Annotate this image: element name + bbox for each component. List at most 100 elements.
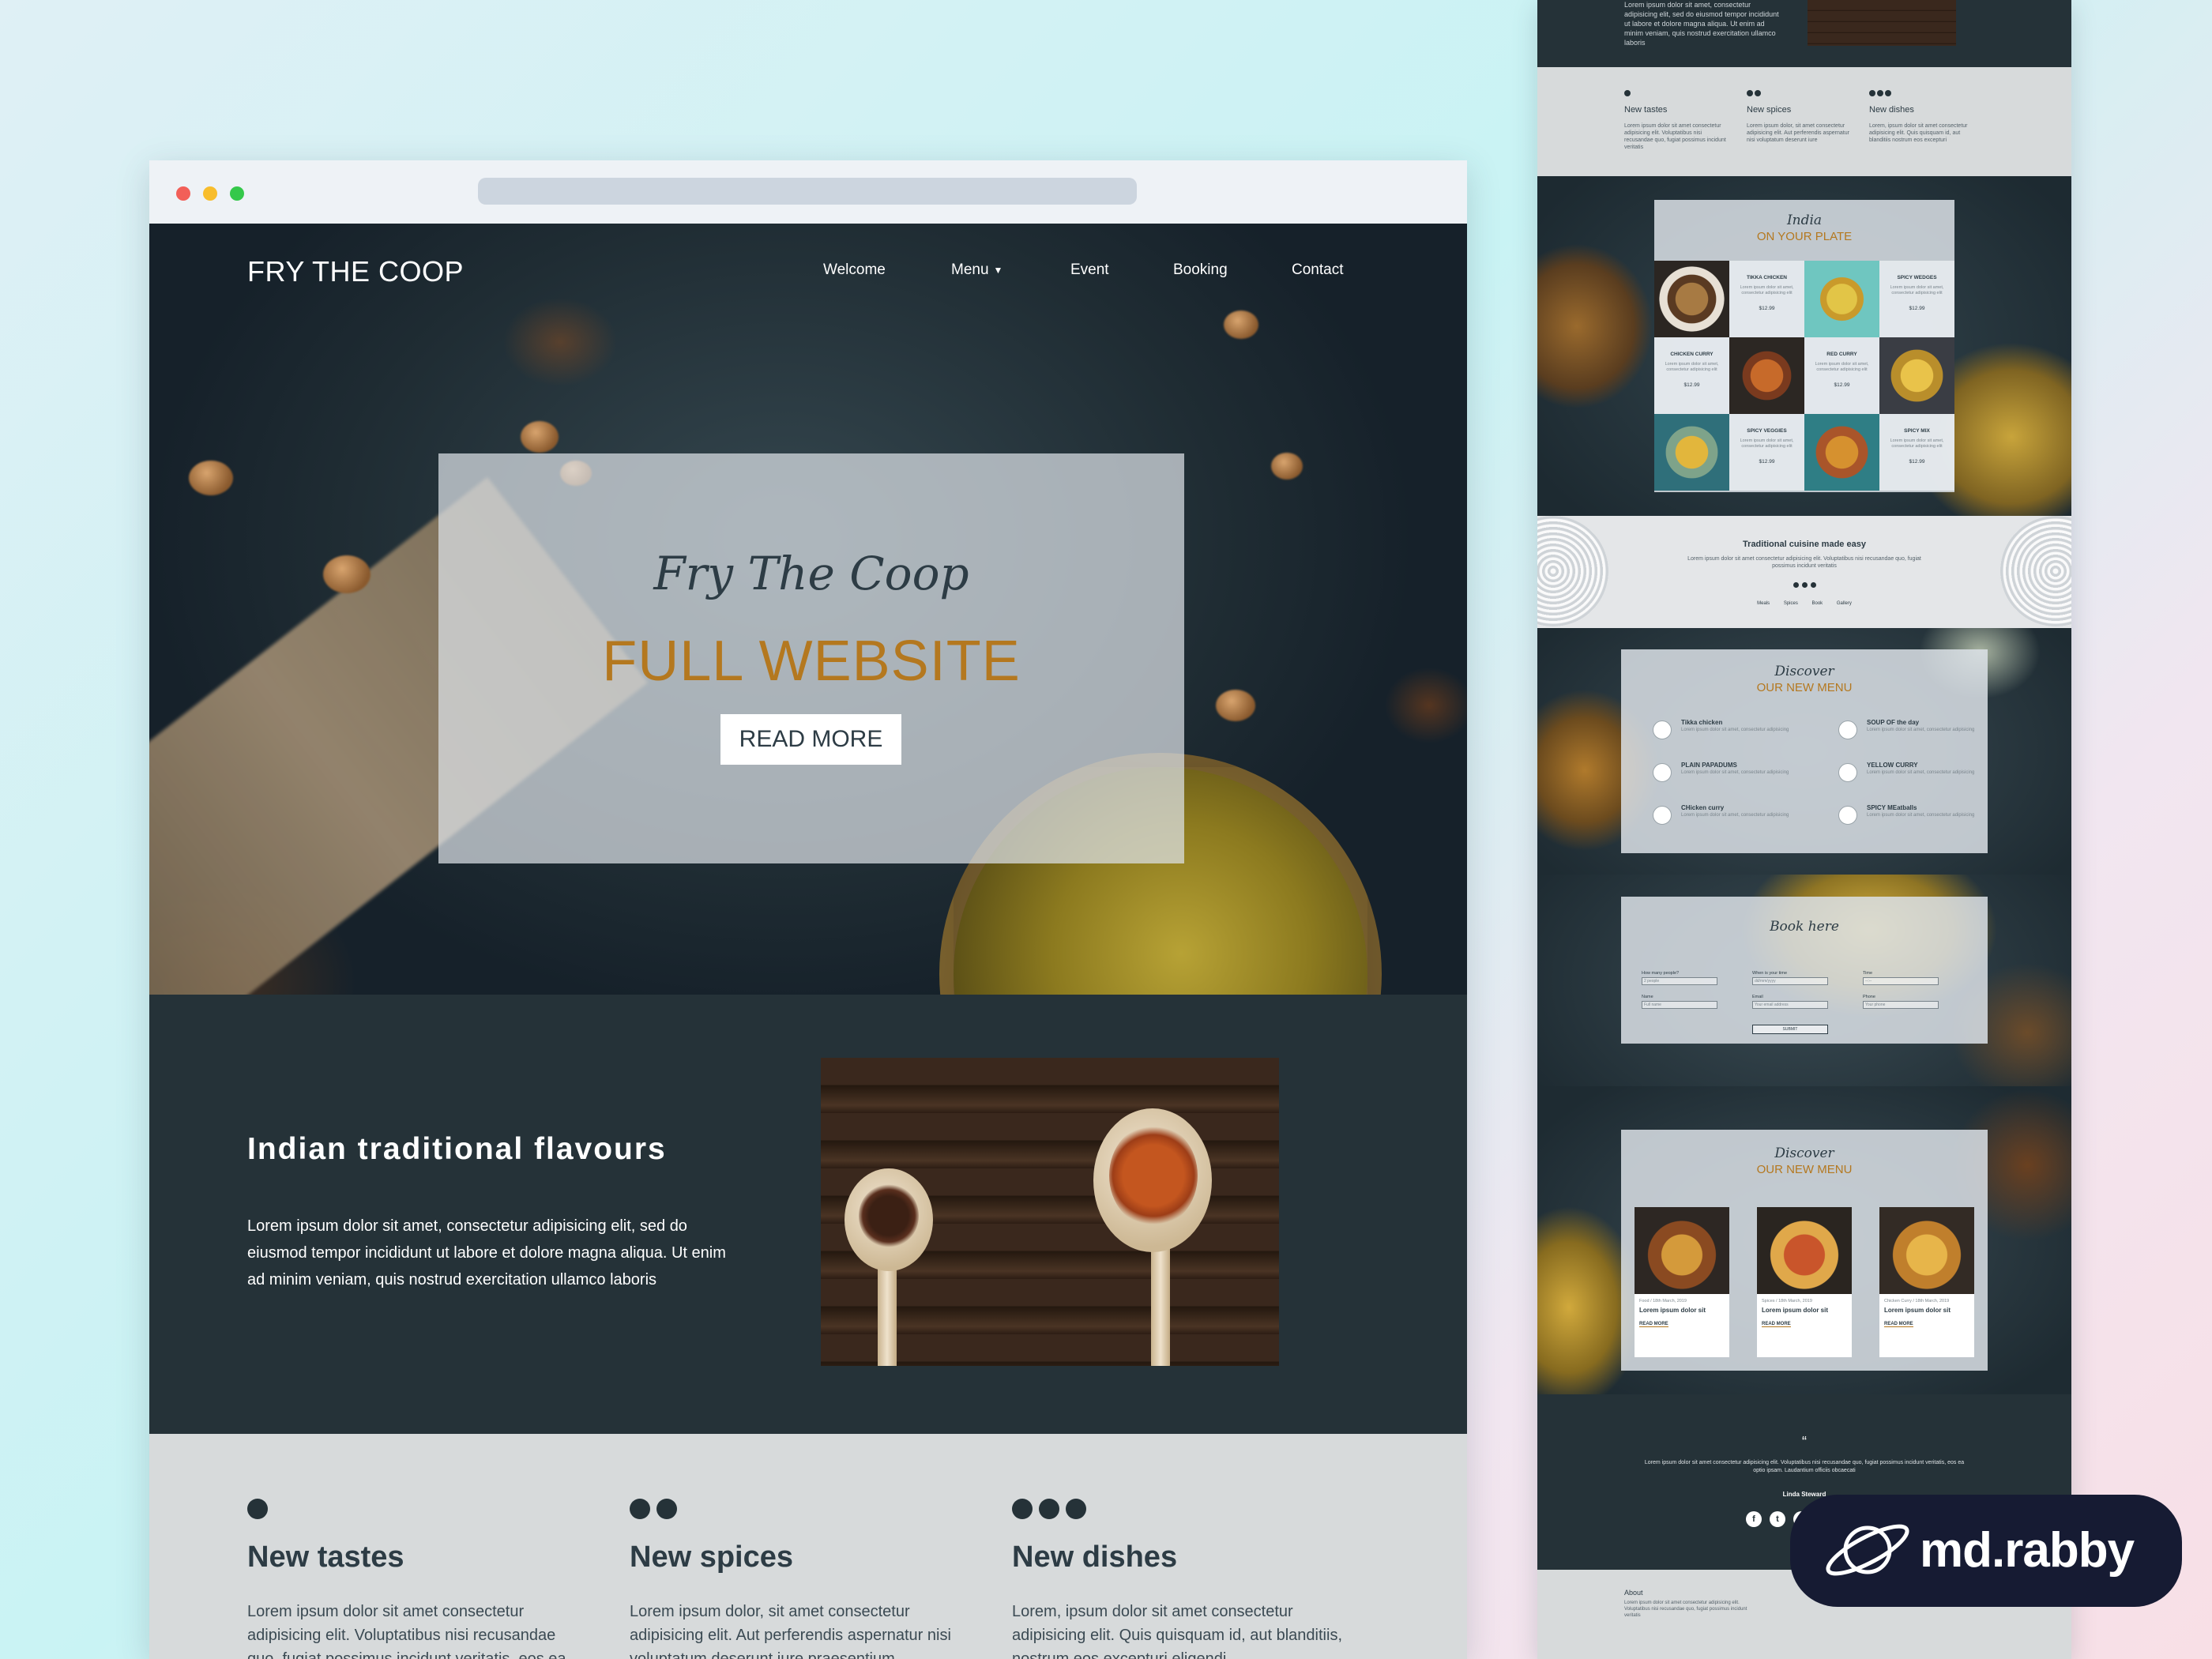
card-read-more[interactable]: READ MORE [1884, 1322, 1913, 1327]
menu-cell[interactable]: TIKKA CHICKEN Lorem ipsum dolor sit amet… [1729, 261, 1804, 337]
hero-nut [1224, 310, 1258, 339]
cloves-spice [859, 1184, 919, 1247]
menu-item-desc: Lorem ipsum dolor sit amet, consectetur … [1681, 770, 1789, 775]
name-input[interactable]: Full name [1642, 1001, 1717, 1009]
dot-icon [1755, 90, 1761, 96]
card-photo [1635, 1207, 1729, 1294]
card-read-more[interactable]: READ MORE [1762, 1322, 1791, 1327]
menu-item-name: SOUP OF the day [1867, 719, 1920, 726]
card-title: Lorem ipsum dolor sit [1762, 1307, 1829, 1314]
nav-event[interactable]: Event [1070, 261, 1109, 279]
card-meta: Spices / 18th March, 2019 [1762, 1299, 1812, 1304]
submit-button[interactable]: SUBMIT [1752, 1025, 1828, 1034]
menu-item-name: YELLOW CURRY [1867, 762, 1918, 769]
feature-title: Indian traditional flavours [247, 1132, 667, 1166]
dot-icon [1747, 90, 1753, 96]
field-label: When is your time [1752, 971, 1788, 976]
email-input[interactable]: Your email address [1752, 1001, 1828, 1009]
phone-input[interactable]: Your phone [1863, 1001, 1939, 1009]
dot-icon [1801, 582, 1808, 588]
field-label: Email [1752, 995, 1763, 999]
facebook-icon[interactable]: f [1746, 1511, 1762, 1527]
preview-discover-panel: Discover OUR NEW MENU Tikka chicken Lore… [1621, 649, 1988, 853]
menu-cell-desc: Lorem ipsum dolor sit amet, consectetur … [1740, 438, 1794, 449]
date-input[interactable]: dd/mm/yyyy [1752, 977, 1828, 985]
twitter-icon[interactable]: t [1770, 1511, 1785, 1527]
menu-item-desc: Lorem ipsum dolor sit amet, consectetur … [1867, 813, 1975, 818]
blog-card[interactable]: Chicken Curry / 18th March, 2019 Lorem i… [1879, 1207, 1974, 1357]
dish-icon [1653, 806, 1672, 825]
preview-taste-title: New dishes [1869, 105, 1914, 115]
dot-icon [1012, 1499, 1033, 1519]
booking-panel: Book here [1621, 897, 1988, 1044]
menu-cell-name: RED CURRY [1826, 352, 1857, 357]
dot-icon [1066, 1499, 1086, 1519]
dot-icon [630, 1499, 650, 1519]
cuisine-title: Traditional cuisine made easy [1743, 540, 1866, 549]
discover-menu-item[interactable]: SPICY MEatballs Lorem ipsum dolor sit am… [1838, 804, 1988, 830]
full-page-preview: Lorem ipsum dolor sit amet, consectetur … [1537, 0, 2071, 1659]
read-more-button[interactable]: READ MORE [720, 714, 901, 765]
bullet-dots [1747, 86, 1849, 100]
card-meta: Food / 18th March, 2019 [1639, 1299, 1687, 1304]
field-label: Time [1863, 971, 1873, 976]
quote-text: Lorem ipsum dolor sit amet consectetur a… [1644, 1460, 1965, 1473]
card-photo [1757, 1207, 1852, 1294]
food-photo [1654, 414, 1729, 491]
preview-taste-col: New tastes Lorem ipsum dolor sit amet co… [1624, 86, 1727, 151]
discover-menu-item[interactable]: CHicken curry Lorem ipsum dolor sit amet… [1653, 804, 1803, 830]
blog-card[interactable]: Food / 18th March, 2019 Lorem ipsum dolo… [1635, 1207, 1729, 1357]
preview-india-script: India [1786, 213, 1823, 228]
nav-contact[interactable]: Contact [1292, 261, 1343, 279]
blog-card[interactable]: Spices / 18th March, 2019 Lorem ipsum do… [1757, 1207, 1852, 1357]
preview-taste-body: Lorem, ipsum dolor sit amet consectetur … [1869, 123, 1968, 143]
dish-icon [1653, 720, 1672, 739]
menu-item-name: CHicken curry [1681, 804, 1725, 811]
preview-tastes: New tastes Lorem ipsum dolor sit amet co… [1537, 67, 2071, 176]
discover-menu-item[interactable]: SOUP OF the day Lorem ipsum dolor sit am… [1838, 719, 1988, 744]
nav-menu[interactable]: Menu ▼ [951, 261, 1003, 279]
address-bar[interactable] [478, 178, 1137, 205]
bullet-dots [247, 1499, 274, 1521]
dot-icon [656, 1499, 677, 1519]
maximize-window-dot[interactable] [230, 186, 244, 201]
cuisine-link[interactable]: Book [1812, 601, 1823, 606]
card-read-more[interactable]: READ MORE [1639, 1322, 1668, 1327]
menu-cell-desc: Lorem ipsum dolor sit amet, consectetur … [1890, 285, 1944, 295]
menu-cell-name: SPICY WEDGES [1897, 275, 1937, 280]
close-window-dot[interactable] [176, 186, 190, 201]
hero-nut [189, 461, 233, 495]
cuisine-link[interactable]: Gallery [1837, 601, 1852, 606]
card-title: Lorem ipsum dolor sit [1884, 1307, 1951, 1314]
preview-discover-menu: Discover OUR NEW MENU Tikka chicken Lore… [1537, 628, 2071, 875]
menu-cell[interactable]: SPICY VEGGIES Lorem ipsum dolor sit amet… [1729, 414, 1804, 491]
menu-cell[interactable]: CHICKEN CURRY Lorem ipsum dolor sit amet… [1654, 337, 1729, 414]
cuisine-link[interactable]: Meals [1757, 601, 1770, 606]
nav-welcome[interactable]: Welcome [823, 261, 886, 279]
food-photo [1654, 261, 1729, 337]
minimize-window-dot[interactable] [203, 186, 217, 201]
preview-taste-col: New dishes Lorem, ipsum dolor sit amet c… [1869, 86, 1972, 144]
food-photo [1804, 261, 1879, 337]
bullet-dots [630, 1499, 683, 1521]
taste-title: New tastes [247, 1540, 404, 1574]
time-input[interactable]: --:-- [1863, 977, 1939, 985]
taste-body: Lorem, ipsum dolor sit amet consectetur … [1012, 1603, 1342, 1659]
menu-cell[interactable]: SPICY WEDGES Lorem ipsum dolor sit amet,… [1879, 261, 1954, 337]
menu-cell-desc: Lorem ipsum dolor sit amet, consectetur … [1665, 362, 1719, 372]
hero-nut [323, 555, 371, 593]
discover-menu-item[interactable]: Tikka chicken Lorem ipsum dolor sit amet… [1653, 719, 1803, 744]
food-photo [1879, 337, 1954, 414]
nav-booking[interactable]: Booking [1173, 261, 1228, 279]
people-select[interactable]: 2 people [1642, 977, 1717, 985]
quote-mark-icon: “ [1802, 1434, 1807, 1450]
menu-cell-price: $12.99 [1909, 306, 1925, 311]
dish-icon [1838, 720, 1857, 739]
menu-cell-desc: Lorem ipsum dolor sit amet, consectetur … [1740, 285, 1794, 295]
discover-menu-item[interactable]: YELLOW CURRY Lorem ipsum dolor sit amet,… [1838, 762, 1988, 787]
preview-spoons-thumb [1808, 0, 1956, 46]
cuisine-link[interactable]: Spices [1784, 601, 1798, 606]
menu-cell[interactable]: RED CURRY Lorem ipsum dolor sit amet, co… [1804, 337, 1879, 414]
menu-cell[interactable]: SPICY MIX Lorem ipsum dolor sit amet, co… [1879, 414, 1954, 491]
discover-menu-item[interactable]: PLAIN PAPADUMS Lorem ipsum dolor sit ame… [1653, 762, 1803, 787]
